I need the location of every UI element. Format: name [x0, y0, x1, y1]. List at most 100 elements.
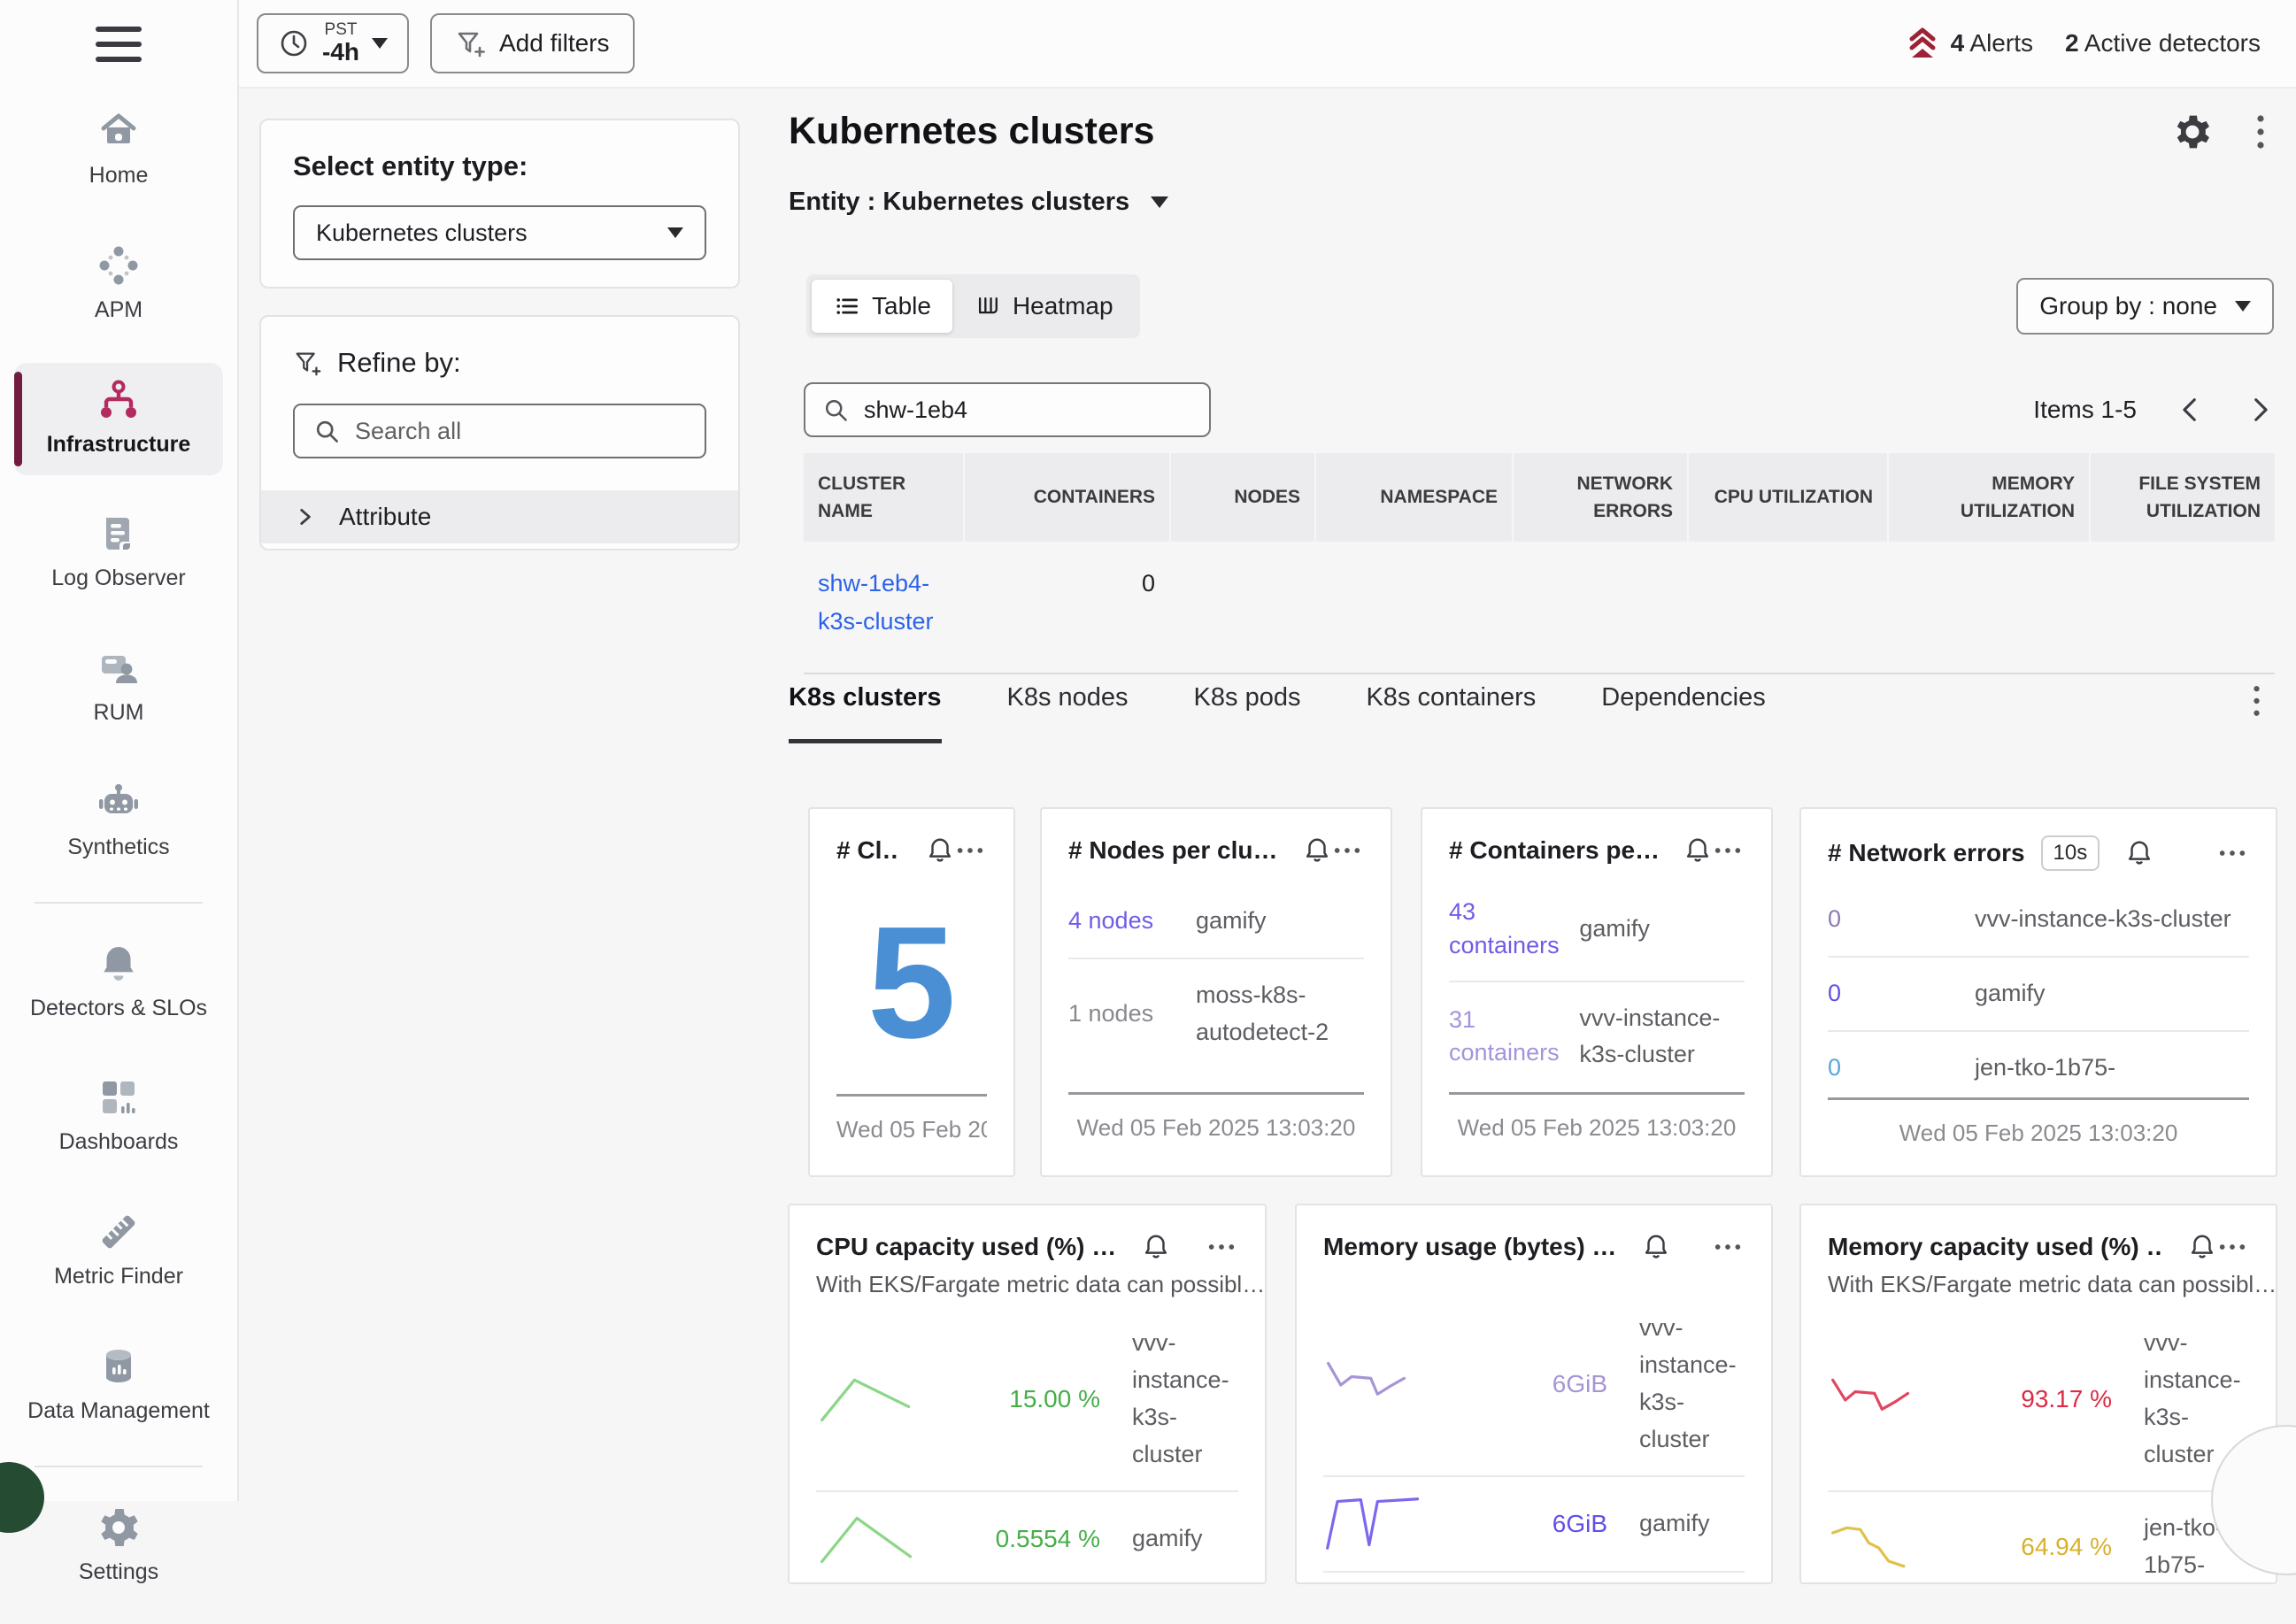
- chevron-right-icon[interactable]: [2245, 395, 2275, 425]
- cluster-search[interactable]: [804, 382, 1211, 437]
- view-toggle-table[interactable]: Table: [812, 280, 952, 333]
- alerts-indicator[interactable]: 4 Alerts: [1905, 26, 2033, 61]
- resolution-badge: 10s: [2041, 835, 2100, 871]
- metric-value: 64.94 %: [1935, 1533, 2112, 1561]
- tab-k8s-pods[interactable]: K8s pods: [1194, 683, 1301, 739]
- attribute-expander[interactable]: Attribute: [261, 490, 738, 543]
- sidebar-item-infrastructure[interactable]: Infrastructure: [14, 363, 223, 476]
- view-toggle-heatmap[interactable]: Heatmap: [952, 280, 1135, 333]
- sidebar: Home APM Infrastructure Log Observer RUM: [0, 0, 239, 1501]
- ellipsis-menu-icon[interactable]: [1713, 846, 1743, 855]
- tab-k8s-clusters[interactable]: K8s clusters: [789, 683, 942, 743]
- clusters-table: CLUSTER NAME CONTAINERS NODES NAMESPACE …: [804, 453, 2275, 674]
- bell-icon[interactable]: [1683, 835, 1713, 866]
- bell-icon[interactable]: [1302, 835, 1332, 866]
- card-subtitle: With EKS/Fargate metric data can possibl…: [1801, 1269, 2276, 1298]
- card-timestamp: Wed 05 Feb 2025 13:03:20: [1449, 1092, 1745, 1151]
- sidebar-item-dashboards[interactable]: Dashboards: [14, 1060, 223, 1174]
- cpu-utilization-cell: [1689, 542, 1887, 673]
- sidebar-item-synthetics[interactable]: Synthetics: [14, 766, 223, 879]
- sidebar-item-label: Infrastructure: [47, 430, 191, 460]
- sidebar-item-label: Settings: [79, 1558, 158, 1588]
- card-network-errors: # Network errors 10s 0 vvv-instance-k3s-…: [1799, 807, 2277, 1177]
- chevron-left-icon[interactable]: [2176, 395, 2206, 425]
- tab-dependencies[interactable]: Dependencies: [1601, 683, 1765, 739]
- time-range-picker[interactable]: PST -4h: [257, 13, 409, 73]
- ellipsis-menu-icon[interactable]: [955, 846, 985, 855]
- active-detectors-indicator[interactable]: 2 Active detectors: [2065, 29, 2261, 58]
- cluster-label: vvv-instance-k3s-cluster: [1579, 1000, 1745, 1074]
- add-filters-label: Add filters: [499, 29, 610, 58]
- synthetics-icon: [97, 781, 140, 824]
- tab-k8s-containers[interactable]: K8s containers: [1366, 683, 1536, 739]
- ellipsis-menu-icon[interactable]: [2217, 1243, 2247, 1251]
- sidebar-item-log-observer[interactable]: Log Observer: [14, 496, 223, 610]
- group-by-label: Group by : none: [2039, 292, 2217, 320]
- sidebar-item-label: RUM: [94, 698, 144, 728]
- sidebar-item-label: Detectors & SLOs: [30, 994, 207, 1024]
- metric-link[interactable]: 6GiB: [1430, 1510, 1607, 1538]
- kebab-menu-icon[interactable]: [2252, 683, 2276, 719]
- kebab-menu-icon[interactable]: [2255, 113, 2266, 150]
- metric-link[interactable]: 43 containers: [1449, 896, 1579, 963]
- sidebar-item-apm[interactable]: APM: [14, 228, 223, 342]
- metric-link[interactable]: 31 containers: [1449, 1004, 1579, 1071]
- sidebar-item-label: APM: [95, 296, 143, 326]
- sparkline: [1828, 1370, 1930, 1428]
- metric-value: 93.17 %: [1935, 1385, 2112, 1413]
- chevron-down-icon: [372, 38, 388, 49]
- bell-icon[interactable]: [925, 835, 955, 866]
- bell-icon: [97, 943, 140, 985]
- ellipsis-menu-icon[interactable]: [1332, 846, 1362, 855]
- attribute-label: Attribute: [339, 503, 431, 531]
- sidebar-item-label: Home: [89, 161, 149, 191]
- ellipsis-menu-icon[interactable]: [2217, 849, 2247, 858]
- card-title: # Containers pe…: [1449, 836, 1658, 865]
- main-content: Kubernetes clusters Entity : Kubernetes …: [788, 89, 2278, 1501]
- apm-icon: [97, 244, 140, 287]
- sidebar-item-settings[interactable]: Settings: [14, 1490, 223, 1604]
- card-timestamp: Wed 05 Feb 2025 13:03:20: [1068, 1092, 1364, 1151]
- settings-gear-icon[interactable]: [2174, 113, 2211, 150]
- cluster-count-value: 5: [867, 904, 956, 1063]
- card-title: Memory capacity used (%) …: [1828, 1233, 2162, 1261]
- cluster-name-link[interactable]: shw-1eb4-k3s-cluster: [818, 570, 934, 635]
- sidebar-item-home[interactable]: Home: [14, 94, 223, 207]
- detectors-label: Active detectors: [2084, 29, 2261, 57]
- entity-selector[interactable]: Entity : Kubernetes clusters: [789, 188, 1168, 217]
- sidebar-item-rum[interactable]: RUM: [14, 631, 223, 744]
- infrastructure-icon: [97, 379, 140, 421]
- refine-panel: Refine by: Attribute: [259, 315, 740, 550]
- cluster-search-input[interactable]: [864, 396, 1193, 424]
- entity-tabs: K8s clusters K8s nodes K8s pods K8s cont…: [789, 683, 2276, 743]
- entity-selector-label: Entity : Kubernetes clusters: [789, 188, 1129, 217]
- card-title: CPU capacity used (%) …: [816, 1233, 1116, 1261]
- refine-search[interactable]: [293, 404, 706, 458]
- page-title: Kubernetes clusters: [789, 110, 1154, 153]
- add-filters-button[interactable]: Add filters: [430, 13, 635, 73]
- ellipsis-menu-icon[interactable]: [1713, 1243, 1743, 1251]
- bell-icon[interactable]: [1641, 1232, 1671, 1262]
- card-memory-capacity: Memory capacity used (%) … With EKS/Farg…: [1799, 1204, 2277, 1584]
- bell-icon[interactable]: [2187, 1232, 2217, 1262]
- alerts-count: 4: [1951, 29, 1965, 57]
- entity-type-select[interactable]: Kubernetes clusters: [293, 205, 706, 260]
- bell-icon[interactable]: [2124, 838, 2154, 868]
- entity-type-value: Kubernetes clusters: [316, 219, 528, 247]
- group-by-dropdown[interactable]: Group by : none: [2016, 278, 2274, 335]
- ellipsis-menu-icon[interactable]: [1206, 1243, 1237, 1251]
- sidebar-item-detectors-slos[interactable]: Detectors & SLOs: [14, 927, 223, 1040]
- metric-link[interactable]: 0: [1828, 977, 1925, 1011]
- alerts-label: Alerts: [1969, 29, 2033, 57]
- tab-k8s-nodes[interactable]: K8s nodes: [1007, 683, 1129, 739]
- refine-search-input[interactable]: [355, 418, 687, 445]
- bell-icon[interactable]: [1141, 1232, 1171, 1262]
- metric-link[interactable]: 6GiB: [1430, 1370, 1607, 1398]
- sidebar-item-data-management[interactable]: Data Management: [14, 1329, 223, 1443]
- hamburger-menu-icon[interactable]: [96, 27, 142, 62]
- metric-link[interactable]: 4 nodes: [1068, 904, 1153, 938]
- filter-plus-icon: [455, 27, 487, 59]
- clock-icon: [278, 27, 310, 59]
- sidebar-item-metric-finder[interactable]: Metric Finder: [14, 1195, 223, 1308]
- file-system-utilization-cell: [2091, 542, 2275, 673]
